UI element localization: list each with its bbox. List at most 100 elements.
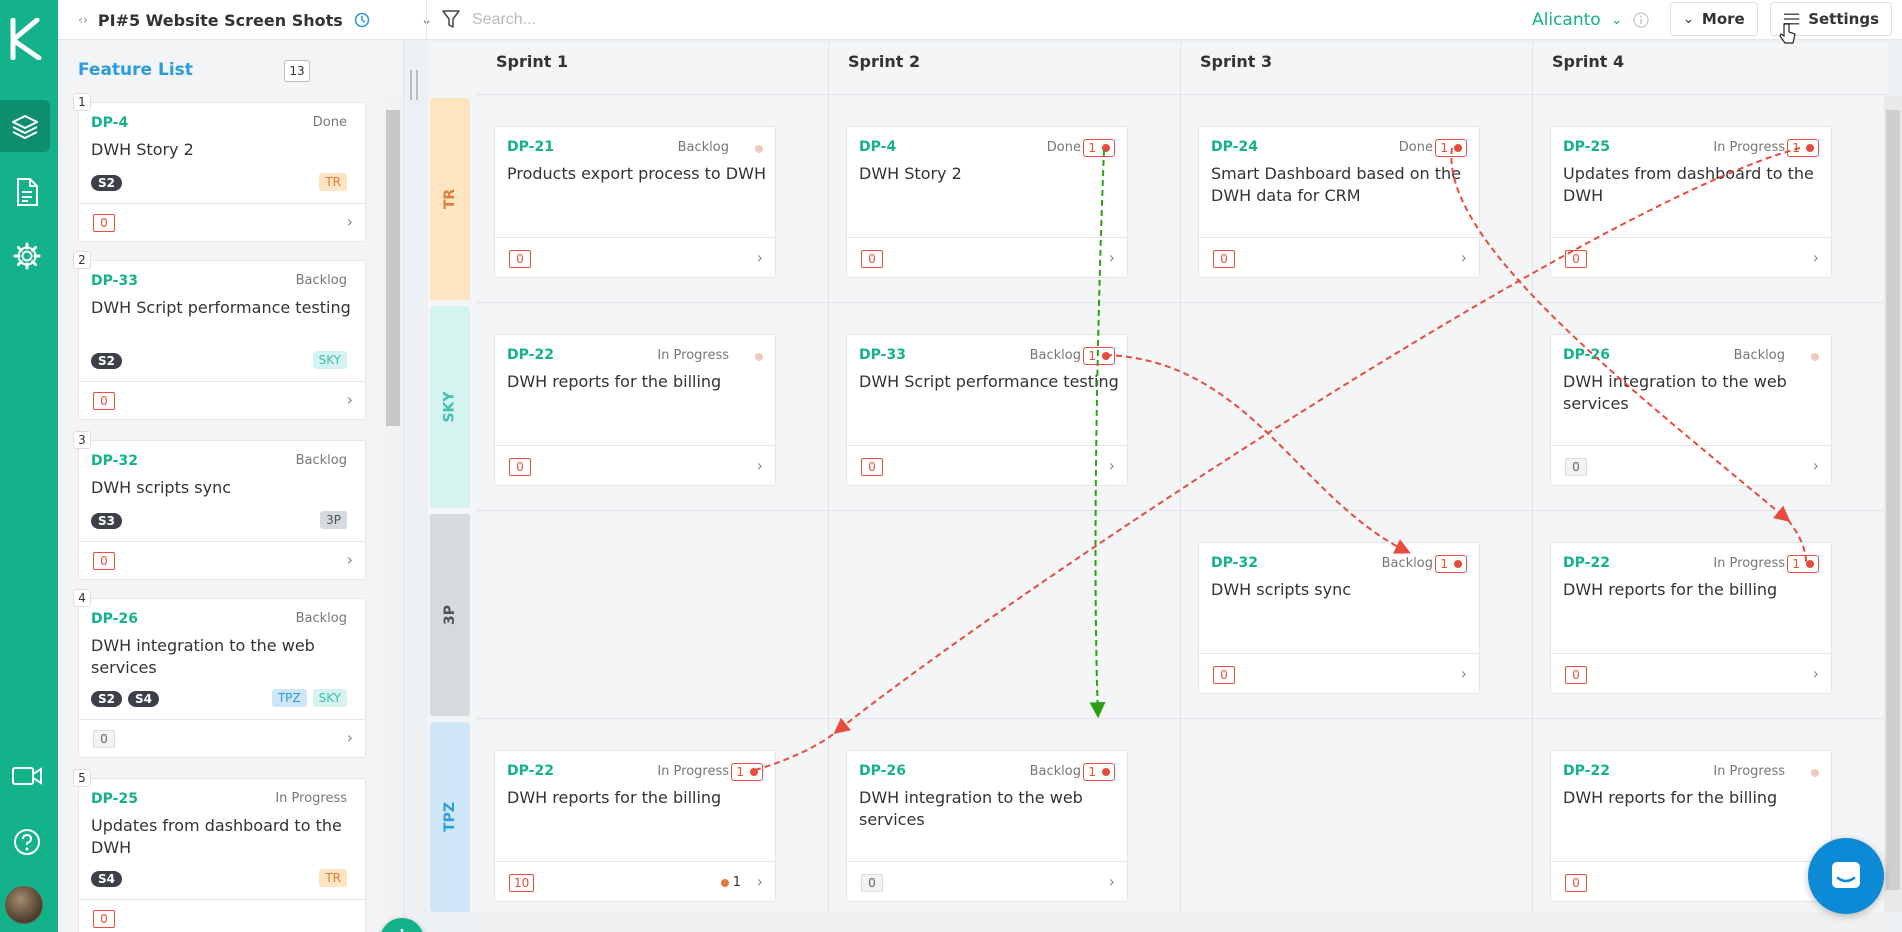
board-horizontal-scrollbar[interactable]	[476, 912, 1886, 932]
feature-id[interactable]: DP-26	[91, 611, 138, 627]
sidebar-scroll-thumb[interactable]	[386, 110, 400, 426]
story-id[interactable]: DP-22	[1563, 555, 1610, 571]
story-id[interactable]: DP-22	[507, 347, 554, 363]
nav-video[interactable]	[4, 750, 50, 802]
info-icon[interactable]	[1632, 11, 1650, 29]
gear-icon	[13, 242, 41, 270]
story-card[interactable]: DP-25 In Progress 1 Updates from dashboa…	[1550, 126, 1832, 278]
chevron-right-icon[interactable]: ›	[1813, 248, 1819, 267]
chevron-right-icon[interactable]: ›	[1813, 456, 1819, 475]
story-card[interactable]: DP-32 Backlog 1 DWH scripts sync 0 ›	[1198, 542, 1480, 694]
story-card[interactable]: DP-22 In Progress DWH reports for the bi…	[1550, 750, 1832, 902]
search-input[interactable]	[472, 8, 1272, 32]
story-title: DWH integration to the web services	[859, 788, 1083, 829]
user-selector[interactable]: Alicanto ⌄	[1532, 0, 1650, 40]
dependency-count: 1	[1088, 765, 1096, 779]
dependency-badge[interactable]: 1	[1787, 555, 1819, 573]
feature-id[interactable]: DP-33	[91, 273, 138, 289]
chevron-right-icon[interactable]: ›	[757, 456, 763, 475]
chevron-right-icon[interactable]: ›	[347, 550, 353, 569]
chevron-right-icon[interactable]: ›	[1461, 248, 1467, 267]
chat-button[interactable]	[1808, 838, 1884, 914]
panel-resize-handle[interactable]	[410, 70, 418, 100]
story-id[interactable]: DP-26	[859, 763, 906, 779]
video-camera-icon	[12, 767, 42, 785]
dependency-count: 1	[1440, 557, 1448, 571]
chevron-right-icon[interactable]: ›	[1109, 456, 1115, 475]
chevron-right-icon[interactable]: ›	[1813, 664, 1819, 683]
chevron-right-icon[interactable]: ›	[1109, 872, 1115, 891]
board-vertical-scrollbar[interactable]	[1884, 96, 1902, 912]
story-status: Backlog	[1381, 556, 1433, 571]
filter-icon[interactable]	[440, 8, 462, 30]
story-id[interactable]: DP-22	[1563, 763, 1610, 779]
dependency-badge[interactable]: 1	[1435, 139, 1467, 157]
story-status: Done	[1398, 140, 1433, 155]
story-card[interactable]: DP-4 Done 1 DWH Story 2 0 ›	[846, 126, 1128, 278]
user-avatar[interactable]	[5, 886, 43, 924]
story-count: 0	[93, 910, 115, 928]
story-id[interactable]: DP-22	[507, 763, 554, 779]
dependency-badge[interactable]: 1	[1083, 139, 1115, 157]
feature-id[interactable]: DP-25	[91, 791, 138, 807]
chevron-right-icon[interactable]: ›	[1109, 248, 1115, 267]
board-scroll-thumb[interactable]	[1886, 110, 1900, 890]
dependency-badge[interactable]: 1	[1083, 763, 1115, 781]
more-button[interactable]: ⌄ More	[1670, 2, 1758, 36]
nav-roadmap[interactable]	[0, 100, 50, 152]
nav-settings[interactable]	[4, 230, 50, 282]
feature-status: Done	[312, 115, 347, 130]
story-status: In Progress	[1713, 140, 1785, 155]
story-id[interactable]: DP-32	[1211, 555, 1258, 571]
dependency-badge[interactable]: 1	[1435, 555, 1467, 573]
row-divider	[476, 94, 1888, 95]
team-tag: TR	[319, 173, 347, 191]
feature-card[interactable]: 1 DP-4 Done DWH Story 2 S2 TR 0 ›	[73, 93, 366, 242]
story-card[interactable]: DP-24 Done 1 Smart Dashboard based on th…	[1198, 126, 1480, 278]
feature-card[interactable]: 2 DP-33 Backlog DWH Script performance t…	[73, 251, 366, 420]
chevron-right-icon[interactable]: ›	[347, 390, 353, 409]
app-logo-icon[interactable]	[7, 18, 49, 60]
story-card[interactable]: DP-22 In Progress DWH reports for the bi…	[494, 334, 776, 486]
story-id[interactable]: DP-4	[859, 139, 896, 155]
dependency-dot	[1454, 144, 1462, 152]
dependency-badge[interactable]: 1	[731, 763, 763, 781]
story-card[interactable]: DP-22 In Progress 1 DWH reports for the …	[494, 750, 776, 902]
dependency-badge[interactable]: 1	[1083, 347, 1115, 365]
dependency-dot	[1454, 560, 1462, 568]
feature-id[interactable]: DP-32	[91, 453, 138, 469]
dependency-dot	[1811, 353, 1819, 361]
nav-documents[interactable]	[4, 166, 50, 218]
story-id[interactable]: DP-25	[1563, 139, 1610, 155]
feature-number: 2	[73, 251, 91, 269]
story-card[interactable]: DP-26 Backlog DWH integration to the web…	[1550, 334, 1832, 486]
feature-card[interactable]: 4 DP-26 Backlog DWH integration to the w…	[73, 589, 366, 758]
feature-title: Updates from dashboard to the DWH	[91, 816, 342, 857]
collapse-icon[interactable]: ‹›	[78, 13, 88, 27]
feature-id[interactable]: DP-4	[91, 115, 128, 131]
project-selector[interactable]: ‹› PI#5 Website Screen Shots ⌄	[78, 0, 433, 40]
story-title: DWH integration to the web services	[1563, 372, 1787, 413]
chevron-right-icon[interactable]: ›	[1461, 664, 1467, 683]
team-lane-sky: SKY	[430, 306, 470, 508]
chevron-right-icon[interactable]: ›	[757, 872, 763, 891]
story-card[interactable]: DP-33 Backlog 1 DWH Script performance t…	[846, 334, 1128, 486]
story-card[interactable]: DP-26 Backlog 1 DWH integration to the w…	[846, 750, 1128, 902]
story-id[interactable]: DP-26	[1563, 347, 1610, 363]
nav-help[interactable]	[4, 816, 50, 868]
story-id[interactable]: DP-33	[859, 347, 906, 363]
story-card[interactable]: DP-21 Backlog Products export process to…	[494, 126, 776, 278]
chevron-right-icon[interactable]: ›	[347, 212, 353, 231]
history-icon[interactable]	[353, 11, 371, 29]
dependency-badge[interactable]: 1	[1787, 139, 1819, 157]
story-card[interactable]: DP-22 In Progress 1 DWH reports for the …	[1550, 542, 1832, 694]
feature-card[interactable]: 3 DP-32 Backlog DWH scripts sync S3 3P 0…	[73, 431, 366, 580]
chevron-right-icon[interactable]: ›	[757, 248, 763, 267]
story-id[interactable]: DP-24	[1211, 139, 1258, 155]
chevron-right-icon[interactable]: ›	[347, 728, 353, 747]
feature-status: Backlog	[295, 273, 347, 288]
feature-card[interactable]: 5 DP-25 In Progress Updates from dashboa…	[73, 769, 366, 932]
task-count: 0	[1213, 250, 1235, 268]
story-title: DWH reports for the billing	[1563, 788, 1778, 807]
story-id[interactable]: DP-21	[507, 139, 554, 155]
